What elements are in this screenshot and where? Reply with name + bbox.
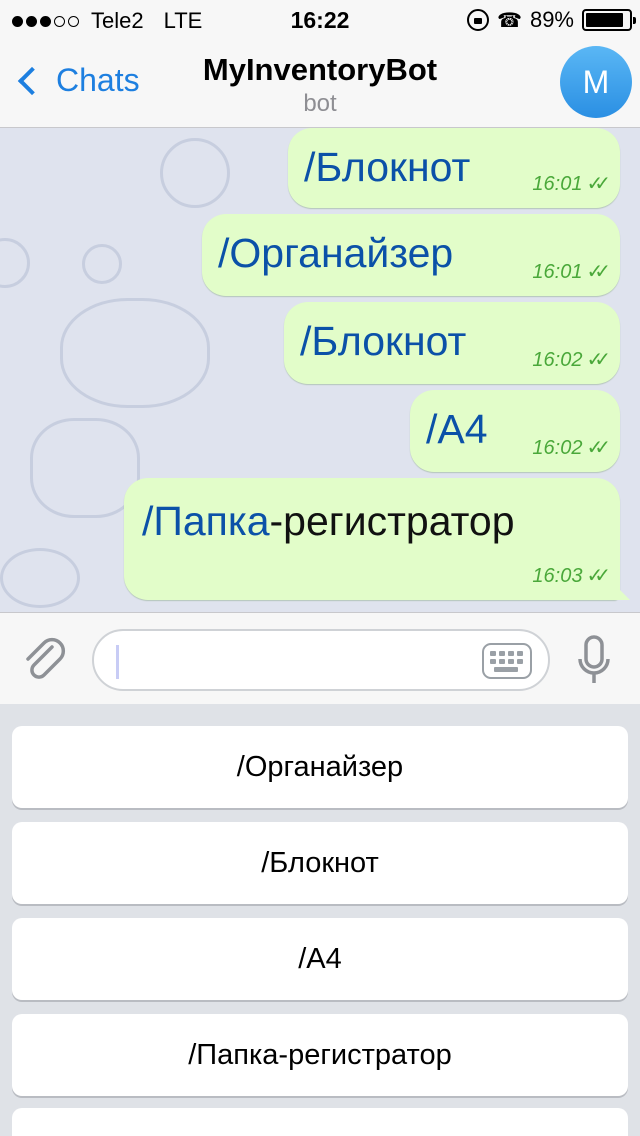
message-time: 16:01 ✓✓ [532, 261, 610, 283]
read-checkmarks-icon: ✓✓ [586, 349, 610, 371]
read-checkmarks-icon: ✓✓ [586, 261, 610, 283]
chat-title[interactable]: MyInventoryBot [0, 52, 640, 88]
rotation-lock-icon [467, 9, 490, 31]
key-dot [499, 651, 505, 656]
command-link[interactable]: /Папка-регистратор [142, 498, 515, 545]
background-doodle [60, 298, 210, 408]
message-input-bar [0, 612, 640, 704]
telegram-chat-screen: Tele2 LTE 16:22 ☎ 89% Chats MyInventoryB… [0, 0, 640, 1136]
key-dot [499, 659, 505, 664]
key-dot [490, 659, 496, 664]
chat-subtitle: bot [303, 90, 337, 117]
command-link[interactable]: /Органайзер [218, 230, 453, 277]
message-bubble[interactable]: /A4 16:02 ✓✓ [410, 390, 620, 472]
bot-avatar[interactable]: M [560, 46, 632, 118]
bot-reply-keyboard: /Органайзер /Блокнот /A4 /Папка-регистра… [0, 704, 640, 1136]
message-time: 16:02 ✓✓ [532, 437, 610, 459]
attach-icon[interactable] [22, 633, 66, 683]
command-link[interactable]: /Блокнот [300, 318, 466, 365]
message-bubble[interactable]: /Блокнот 16:02 ✓✓ [284, 302, 620, 384]
keyboard-button[interactable]: /Органайзер [12, 726, 628, 808]
alarm-icon: ☎ [497, 9, 522, 32]
background-doodle [0, 548, 80, 608]
message-bubble[interactable]: /Блокнот 16:01 ✓✓ [288, 128, 620, 208]
read-checkmarks-icon: ✓✓ [586, 565, 610, 587]
keyboard-button[interactable]: /Папка-регистратор [12, 1014, 628, 1096]
command-link[interactable]: /A4 [426, 406, 488, 453]
key-dot [517, 651, 523, 656]
message-bubble[interactable]: /Папка-регистратор 16:03 ✓✓ [124, 478, 630, 600]
background-doodle [82, 244, 122, 284]
read-checkmarks-icon: ✓✓ [586, 437, 610, 459]
key-dot [517, 659, 523, 664]
background-doodle [0, 238, 30, 288]
navigation-bar: Chats MyInventoryBot bot M [0, 40, 640, 128]
bubble-tail [608, 578, 630, 600]
microphone-icon[interactable] [576, 633, 612, 689]
keyboard-button[interactable]: /Блокнот [12, 822, 628, 904]
message-bubble[interactable]: /Органайзер 16:01 ✓✓ [202, 214, 620, 296]
message-time: 16:02 ✓✓ [532, 349, 610, 371]
key-dot [508, 651, 514, 656]
background-doodle [160, 138, 230, 208]
key-dot [508, 659, 514, 664]
status-bar: Tele2 LTE 16:22 ☎ 89% [0, 0, 640, 40]
message-list[interactable]: /Блокнот 16:01 ✓✓ /Органайзер 16:01 ✓✓ /Бл… [0, 128, 640, 612]
text-caret [116, 645, 119, 679]
message-time: 16:01 ✓✓ [532, 173, 610, 195]
battery-icon [582, 9, 636, 31]
keyboard-button-partial[interactable] [12, 1108, 628, 1136]
command-link[interactable]: /Блокнот [304, 144, 470, 191]
key-spacebar [494, 667, 518, 672]
read-checkmarks-icon: ✓✓ [586, 173, 610, 195]
battery-percent: 89% [529, 7, 574, 32]
keyboard-icon[interactable] [482, 643, 532, 679]
message-input[interactable] [92, 629, 550, 691]
message-time: 16:03 ✓✓ [532, 565, 610, 587]
key-dot [490, 651, 496, 656]
status-right: ☎ 89% [467, 7, 636, 33]
keyboard-button[interactable]: /A4 [12, 918, 628, 1000]
battery-fill [586, 13, 624, 27]
